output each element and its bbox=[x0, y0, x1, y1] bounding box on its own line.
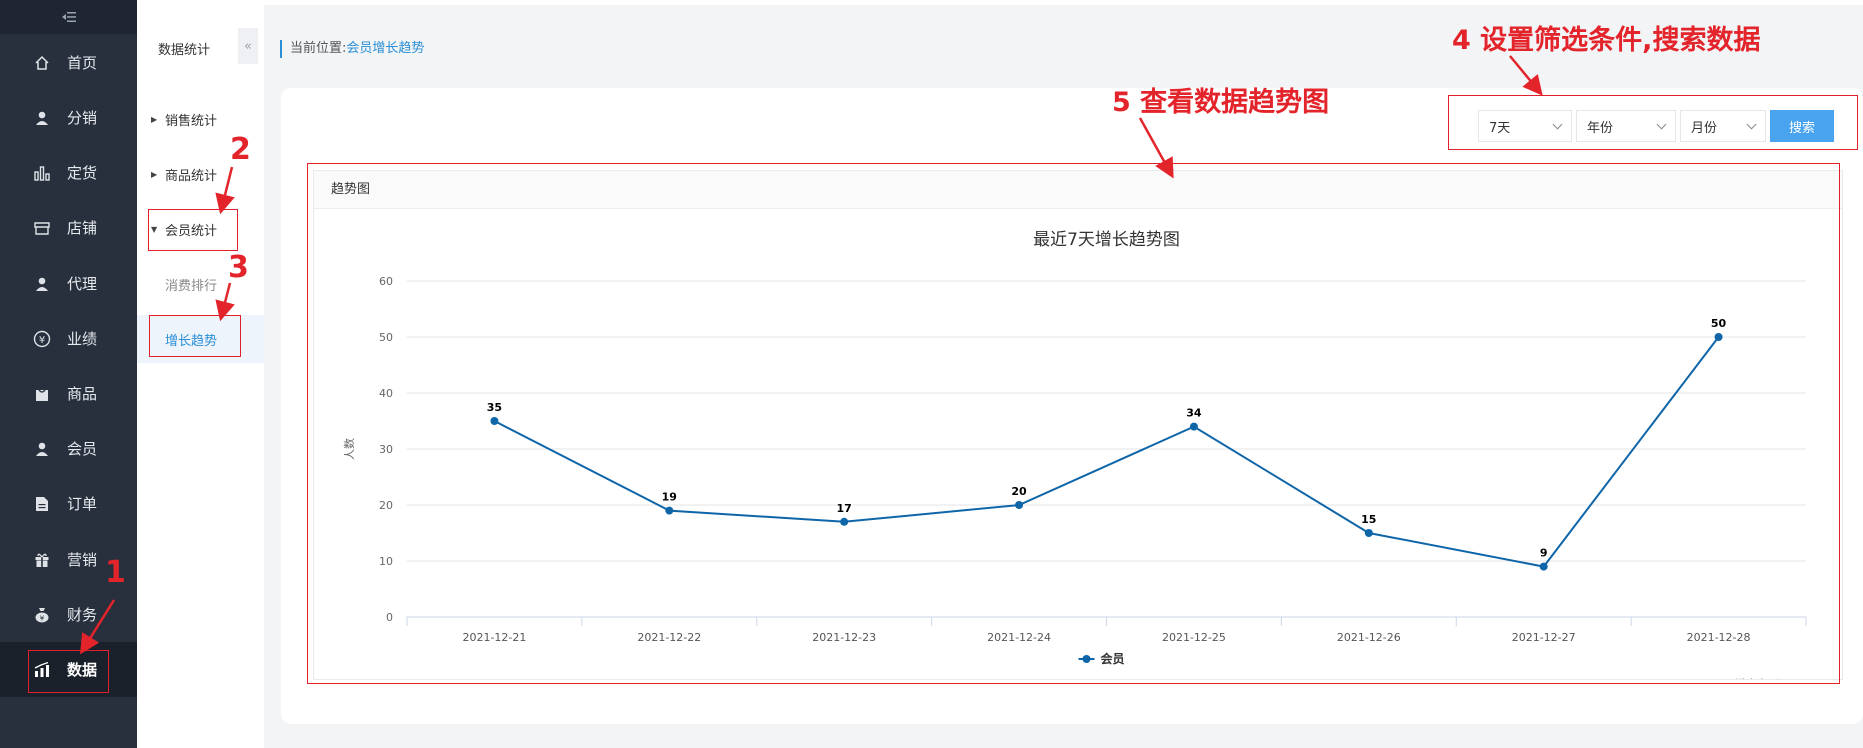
main-sidebar: 首页 分销 定货 店铺 代理 ¥ 业绩 商品 会员 订单 营销 ¥ 财务 数据 bbox=[0, 0, 137, 748]
sidebar-item-label: 定货 bbox=[67, 164, 98, 182]
sidebar-item-label: 订单 bbox=[67, 495, 98, 513]
annotation-box-data bbox=[28, 650, 109, 693]
sidebar-item-3[interactable]: 店铺 bbox=[0, 200, 137, 255]
sidebar-item-label: 营销 bbox=[67, 551, 98, 569]
sidebar-item-7[interactable]: 会员 bbox=[0, 421, 137, 476]
breadcrumb: 当前位置:会员增长趋势 bbox=[280, 40, 424, 58]
sidebar-item-label: 会员 bbox=[67, 440, 98, 458]
top-bar bbox=[264, 0, 1863, 5]
caret-right-icon: ▶ bbox=[151, 169, 158, 179]
sidebar-item-label: 分销 bbox=[67, 109, 98, 127]
bar-chart-icon bbox=[32, 163, 52, 183]
sidebar-item-1[interactable]: 分销 bbox=[0, 90, 137, 145]
menu-collapse-icon[interactable] bbox=[0, 0, 137, 34]
annotation-step-3: 3 bbox=[228, 250, 249, 285]
caret-right-icon: ▶ bbox=[151, 114, 158, 124]
annotation-box-growth-trend bbox=[149, 315, 241, 357]
sidebar-item-label: 首页 bbox=[67, 54, 98, 72]
annotation-box-member-stats bbox=[148, 209, 238, 251]
annotation-box-chart bbox=[307, 163, 1840, 684]
sidebar-item-label: 业绩 bbox=[67, 330, 98, 348]
sidebar-item-10[interactable]: ¥ 财务 bbox=[0, 587, 137, 642]
submenu-item-label: 商品统计 bbox=[165, 168, 218, 184]
submenu-toggle-button[interactable]: « bbox=[238, 28, 258, 64]
annotation-arrow-4 bbox=[1509, 55, 1543, 96]
sidebar-item-label: 财务 bbox=[67, 606, 98, 624]
sidebar-item-label: 店铺 bbox=[67, 219, 98, 237]
sidebar-item-8[interactable]: 订单 bbox=[0, 476, 137, 531]
app-root: 首页 分销 定货 店铺 代理 ¥ 业绩 商品 会员 订单 营销 ¥ 财务 数据 数据统计 ▶ 销售统计 ▶… bbox=[0, 0, 1863, 748]
annotation-step-4: 4 设置筛选条件,搜索数据 bbox=[1452, 25, 1761, 56]
breadcrumb-prefix: 当前位置: bbox=[290, 41, 347, 56]
money-bag-icon: ¥ bbox=[32, 605, 52, 625]
annotation-step-1: 1 bbox=[105, 555, 126, 590]
submenu-item-label: 消费排行 bbox=[165, 278, 218, 294]
annotation-step-2: 2 bbox=[230, 132, 251, 167]
secondary-menu: 数据统计 ▶ 销售统计 ▶ 商品统计 ▼ 会员统计 消费排行 增长趋势 bbox=[137, 0, 264, 748]
submenu-item-label: 销售统计 bbox=[165, 113, 218, 129]
svg-text:¥: ¥ bbox=[40, 614, 45, 622]
user-icon bbox=[32, 274, 52, 294]
store-icon bbox=[32, 218, 52, 238]
home-icon bbox=[32, 53, 52, 73]
annotation-step-5: 5 查看数据趋势图 bbox=[1112, 87, 1330, 118]
sidebar-item-2[interactable]: 定货 bbox=[0, 145, 137, 200]
sidebar-item-6[interactable]: 商品 bbox=[0, 366, 137, 421]
annotation-box-filters bbox=[1448, 95, 1858, 150]
sidebar-item-label: 商品 bbox=[67, 385, 98, 403]
gift-icon bbox=[32, 550, 52, 570]
sidebar-item-0[interactable]: 首页 bbox=[0, 35, 137, 90]
yen-icon: ¥ bbox=[32, 329, 52, 349]
sidebar-item-label: 代理 bbox=[67, 275, 98, 293]
breadcrumb-current[interactable]: 会员增长趋势 bbox=[346, 41, 424, 56]
user-icon bbox=[32, 108, 52, 128]
svg-text:¥: ¥ bbox=[39, 335, 45, 346]
sidebar-item-5[interactable]: ¥ 业绩 bbox=[0, 311, 137, 366]
submenu-title: 数据统计 bbox=[158, 43, 211, 58]
bag-icon bbox=[32, 384, 52, 404]
document-icon bbox=[32, 494, 52, 514]
user-icon bbox=[32, 439, 52, 459]
sidebar-item-4[interactable]: 代理 bbox=[0, 256, 137, 311]
